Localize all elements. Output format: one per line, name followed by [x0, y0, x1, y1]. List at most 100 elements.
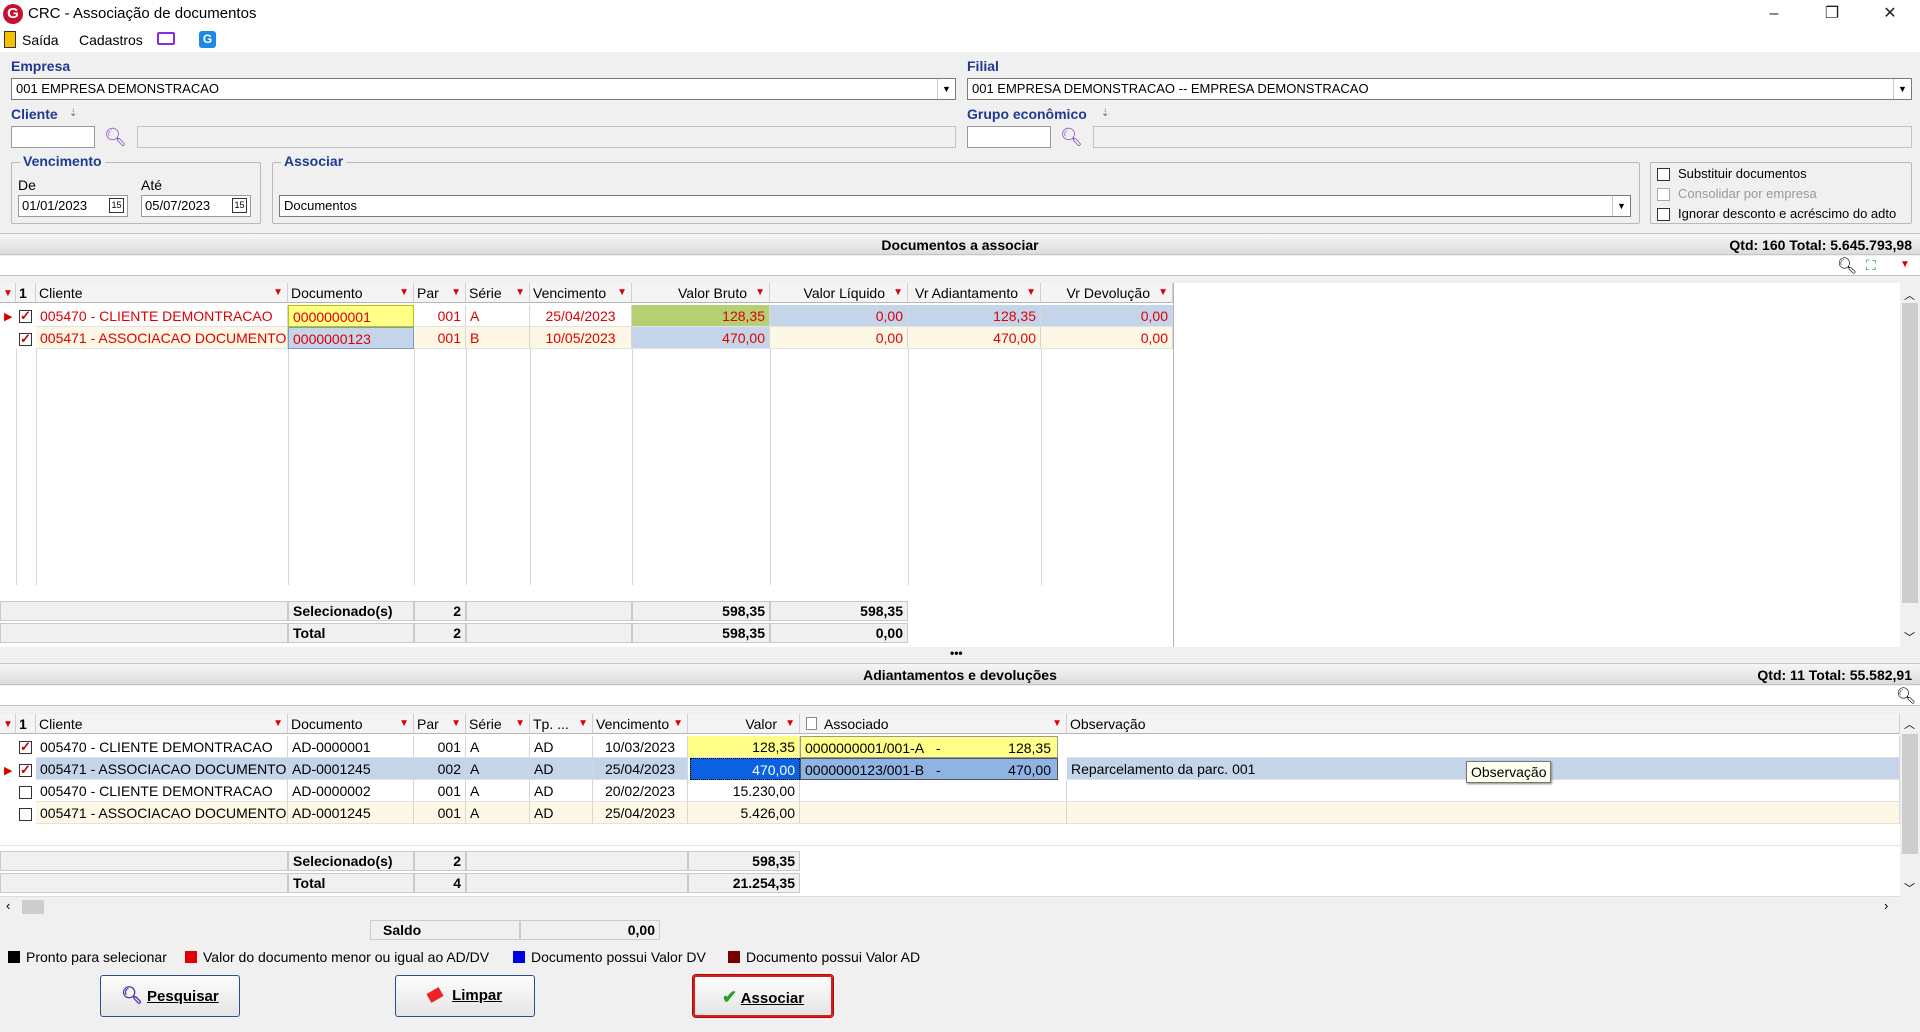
- cell-observacao[interactable]: [1067, 780, 1900, 802]
- search-icon[interactable]: 🔍︎: [104, 127, 127, 148]
- close-button[interactable]: ✕: [1861, 0, 1919, 28]
- cliente-code-input[interactable]: [11, 126, 95, 148]
- cell-associado[interactable]: 0000000123/001-B - 470,00: [800, 758, 1058, 780]
- row-checkbox[interactable]: [19, 762, 32, 778]
- filter-icon[interactable]: ▼: [451, 287, 461, 298]
- docs-filter-bar[interactable]: 🔍︎ ⛶ ▼: [0, 256, 1920, 276]
- empresa-select[interactable]: 001 EMPRESA DEMONSTRACAO ▼: [11, 78, 956, 100]
- row-checkbox[interactable]: [19, 331, 32, 347]
- limpar-button[interactable]: Limpar: [395, 975, 535, 1017]
- col-serie[interactable]: Série ▼: [466, 283, 530, 303]
- filter-icon[interactable]: ▼: [273, 718, 283, 729]
- cell-par: 001: [414, 780, 466, 802]
- col-valor-bruto[interactable]: Valor Bruto ▼: [632, 283, 770, 303]
- cell-observacao[interactable]: [1067, 802, 1900, 824]
- filter-icon[interactable]: ▼: [578, 718, 588, 729]
- filter-icon[interactable]: ▼: [273, 287, 283, 298]
- chevron-down-icon[interactable]: ▼: [1893, 79, 1911, 99]
- filial-select[interactable]: 001 EMPRESA DEMONSTRACAO -- EMPRESA DEMO…: [967, 78, 1912, 100]
- col-vr-devolucao[interactable]: Vr Devolução ▼: [1041, 283, 1173, 303]
- g-app-icon[interactable]: G: [199, 31, 216, 48]
- scroll-thumb[interactable]: [1902, 303, 1918, 603]
- col-valor[interactable]: Valor ▼: [688, 714, 800, 734]
- row-checkbox[interactable]: [19, 786, 32, 799]
- calendar-icon[interactable]: 15: [109, 198, 124, 213]
- dropdown-arrow-icon[interactable]: ▼: [1900, 259, 1910, 270]
- filter-icon[interactable]: ▼: [785, 718, 795, 729]
- col-tp[interactable]: Tp. ... ▼: [530, 714, 593, 734]
- scroll-thumb[interactable]: [1902, 734, 1918, 854]
- docs-tot-count: 2: [414, 623, 466, 643]
- search-icon[interactable]: 🔍︎: [1896, 686, 1916, 706]
- consolidar-checkbox[interactable]: [1657, 188, 1670, 201]
- cell-observacao[interactable]: [1067, 736, 1900, 758]
- de-date-input[interactable]: 01/01/2023 15: [18, 195, 128, 217]
- check-header[interactable]: 1: [16, 714, 36, 734]
- restore-button[interactable]: ❐: [1803, 0, 1861, 28]
- adt-horizontal-scrollbar[interactable]: ‹ ›: [0, 896, 1900, 916]
- associar-select[interactable]: Documentos ▼: [279, 195, 1631, 217]
- filter-icon[interactable]: ▼: [515, 287, 525, 298]
- col-par[interactable]: Par ▼: [414, 714, 466, 734]
- adt-vertical-scrollbar[interactable]: ︿ ﹀: [1900, 714, 1920, 896]
- pin-icon: ⇣: [69, 108, 78, 119]
- col-observacao[interactable]: Observação: [1067, 714, 1900, 734]
- cell-associado[interactable]: 0000000001/001-A - 128,35: [800, 736, 1058, 758]
- row-checkbox[interactable]: [19, 308, 32, 324]
- col-par[interactable]: Par ▼: [414, 283, 466, 303]
- scroll-up-icon[interactable]: ︿: [1904, 287, 1915, 303]
- chevron-down-icon[interactable]: ▼: [937, 79, 955, 99]
- minimize-button[interactable]: –: [1745, 0, 1803, 28]
- scroll-left-icon[interactable]: ‹: [6, 898, 10, 913]
- search-icon[interactable]: 🔍︎: [1837, 256, 1857, 276]
- filter-icon[interactable]: ▼: [893, 287, 903, 298]
- col-vr-adiantamento[interactable]: Vr Adiantamento ▼: [908, 283, 1041, 303]
- scroll-down-icon[interactable]: ﹀: [1904, 880, 1915, 896]
- row-checkbox[interactable]: [19, 808, 32, 821]
- cell-associado[interactable]: [800, 780, 1067, 802]
- adt-filter-bar[interactable]: 🔍︎: [0, 686, 1920, 706]
- calendar-icon[interactable]: 15: [232, 198, 247, 213]
- splitter-handle[interactable]: •••: [950, 646, 963, 660]
- col-documento[interactable]: Documento ▼: [288, 714, 414, 734]
- col-cliente[interactable]: Cliente ▼: [36, 714, 288, 734]
- cell-documento: AD-0001245: [288, 802, 414, 824]
- check-header[interactable]: 1: [16, 283, 36, 303]
- grupo-code-input[interactable]: [967, 126, 1051, 148]
- row-checkbox[interactable]: [19, 739, 32, 755]
- col-associado[interactable]: Associado ▼: [800, 714, 1067, 734]
- pesquisar-button[interactable]: 🔍︎ Pesquisar: [100, 975, 240, 1017]
- substituir-checkbox[interactable]: [1657, 168, 1670, 181]
- menu-cadastros[interactable]: Cadastros: [79, 32, 143, 48]
- col-cliente[interactable]: Cliente ▼: [36, 283, 288, 303]
- filter-icon[interactable]: ▼: [399, 718, 409, 729]
- cell-associado[interactable]: [800, 802, 1067, 824]
- filter-icon[interactable]: ▼: [1158, 287, 1168, 298]
- col-vencimento[interactable]: Vencimento ▼: [530, 283, 632, 303]
- filter-icon[interactable]: ▼: [515, 718, 525, 729]
- filter-icon[interactable]: ▼: [1026, 287, 1036, 298]
- chevron-down-icon[interactable]: ▼: [1612, 196, 1630, 216]
- ignorar-checkbox[interactable]: [1657, 208, 1670, 221]
- filter-icon[interactable]: ▼: [617, 287, 627, 298]
- scroll-right-icon[interactable]: ›: [1884, 898, 1888, 913]
- filter-icon[interactable]: ▼: [673, 718, 683, 729]
- col-serie[interactable]: Série ▼: [466, 714, 530, 734]
- expand-icon[interactable]: ⛶: [1866, 257, 1876, 274]
- col-documento[interactable]: Documento ▼: [288, 283, 414, 303]
- col-valor-liquido[interactable]: Valor Líquido ▼: [770, 283, 908, 303]
- associar-button[interactable]: ✔ Associar: [693, 975, 833, 1017]
- scroll-up-icon[interactable]: ︿: [1904, 716, 1915, 732]
- filter-icon[interactable]: ▼: [1052, 718, 1062, 729]
- filter-icon[interactable]: ▼: [451, 718, 461, 729]
- filter-icon[interactable]: ▼: [399, 287, 409, 298]
- docs-vertical-scrollbar[interactable]: ︿ ﹀: [1900, 283, 1920, 647]
- search-icon[interactable]: 🔍︎: [1060, 127, 1083, 148]
- menu-saida[interactable]: Saída: [22, 32, 59, 48]
- col-vencimento[interactable]: Vencimento ▼: [593, 714, 688, 734]
- ate-date-input[interactable]: 05/07/2023 15: [141, 195, 251, 217]
- scroll-thumb[interactable]: [22, 900, 44, 914]
- scroll-down-icon[interactable]: ﹀: [1904, 629, 1915, 645]
- monitor-icon[interactable]: [157, 32, 175, 45]
- filter-icon[interactable]: ▼: [755, 287, 765, 298]
